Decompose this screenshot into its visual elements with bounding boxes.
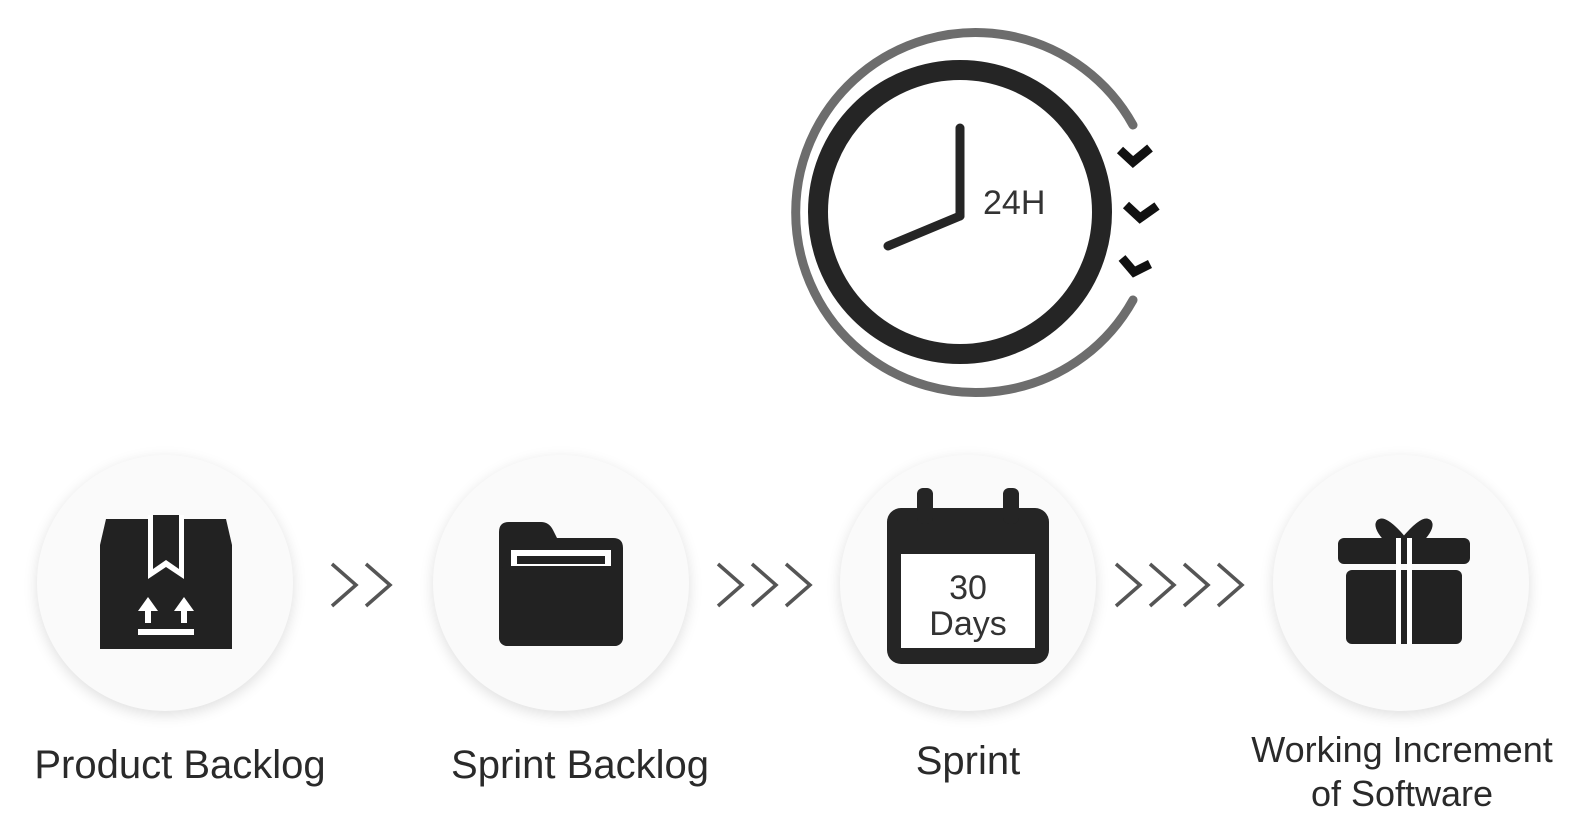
- calendar-days-unit: Days: [929, 605, 1007, 643]
- chevron-icon: [1118, 255, 1153, 278]
- label-working-increment-line1: Working Increment: [1251, 729, 1553, 770]
- arrow-group-3: [1114, 562, 1245, 608]
- calendar-days-number: 30: [949, 569, 987, 607]
- clock-label: 24H: [983, 184, 1046, 222]
- chevron-icon: [1122, 201, 1160, 224]
- label-product-backlog: Product Backlog: [34, 743, 326, 787]
- gift-icon: [1338, 518, 1470, 644]
- label-working-increment-line2: of Software: [1310, 773, 1494, 814]
- clock-icon: [791, 28, 1160, 397]
- arrow-group-2: [716, 562, 813, 608]
- folder-icon: [499, 522, 623, 646]
- chevron-icon: [1116, 144, 1153, 168]
- box-icon: [100, 515, 232, 649]
- label-sprint: Sprint: [915, 739, 1021, 783]
- label-sprint-backlog: Sprint Backlog: [451, 743, 709, 787]
- arrow-group-1: [330, 562, 393, 608]
